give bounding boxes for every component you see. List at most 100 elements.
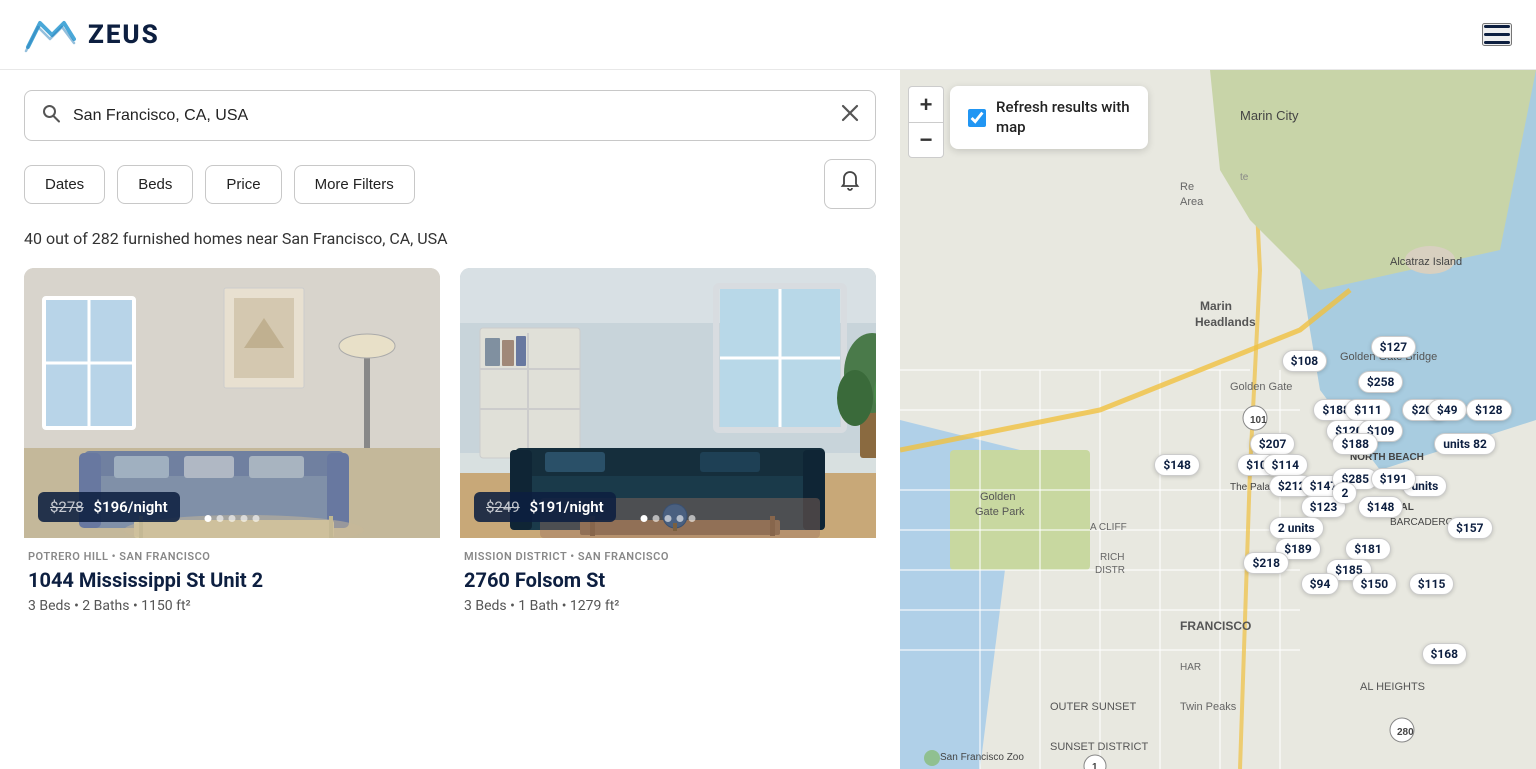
old-price-2: $249 (486, 498, 520, 516)
map-pin-7[interactable]: $128 (1466, 399, 1512, 421)
listing-location-1: POTRERO HILL • SAN FRANCISCO (28, 550, 436, 563)
beds-filter-button[interactable]: Beds (117, 165, 193, 204)
right-panel: Marin City Alcatraz Island Marin Headlan… (900, 70, 1536, 769)
listing-title-2: 2760 Folsom St (464, 568, 872, 592)
listing-image-1: $278 $196/night (24, 268, 440, 538)
refresh-results-checkbox[interactable] (968, 109, 986, 127)
svg-text:BARCADERO: BARCADERO (1390, 517, 1454, 528)
listing-location-2: MISSION DISTRICT • SAN FRANCISCO (464, 550, 872, 563)
dot-2-3 (665, 515, 672, 522)
listing-image-2: $249 $191/night (460, 268, 876, 538)
listing-details-1: 3 Beds • 2 Baths • 1150 ft² (28, 598, 436, 614)
dot-2-1 (641, 515, 648, 522)
map-pin-6[interactable]: $49 (1428, 399, 1467, 421)
map-pin-32[interactable]: $191 (1371, 468, 1417, 490)
svg-text:San Francisco Zoo: San Francisco Zoo (940, 752, 1024, 763)
svg-text:HAR: HAR (1180, 662, 1201, 673)
map-pin-18[interactable]: $148 (1358, 496, 1404, 518)
map-pin-13[interactable]: $148 (1154, 454, 1200, 476)
zeus-logo-icon (24, 15, 76, 55)
map-pin-28[interactable]: $168 (1422, 643, 1468, 665)
listings-grid: $278 $196/night POTRERO HILL • SAN FRANC… (24, 268, 876, 614)
refresh-results-label: Refresh results withmap (996, 98, 1130, 137)
listing-card-2[interactable]: $249 $191/night MISSION DISTRICT • SAN F… (460, 268, 876, 614)
current-price-1: $196/night (93, 498, 167, 516)
zoom-in-button[interactable]: + (908, 86, 944, 122)
svg-text:Alcatraz Island: Alcatraz Island (1390, 256, 1462, 268)
clear-search-button[interactable] (841, 104, 859, 127)
svg-text:OUTER SUNSET: OUTER SUNSET (1050, 701, 1136, 713)
svg-text:AL HEIGHTS: AL HEIGHTS (1360, 681, 1425, 693)
map-pin-2[interactable]: $258 (1358, 371, 1404, 393)
map-pin-14[interactable]: $114 (1263, 454, 1309, 476)
dates-filter-button[interactable]: Dates (24, 165, 105, 204)
svg-text:RICH: RICH (1100, 552, 1124, 563)
current-price-2: $191/night (529, 498, 603, 516)
dot-1-3 (229, 515, 236, 522)
dot-2-2 (653, 515, 660, 522)
listing-card-1[interactable]: $278 $196/night POTRERO HILL • SAN FRANC… (24, 268, 440, 614)
map-pin-26[interactable]: $218 (1243, 552, 1289, 574)
hamburger-menu[interactable] (1482, 23, 1512, 46)
search-bar: San Francisco, CA, USA (24, 90, 876, 141)
map-pin-4[interactable]: $111 (1345, 399, 1391, 421)
dot-1-4 (241, 515, 248, 522)
svg-text:FRANCISCO: FRANCISCO (1180, 619, 1251, 633)
svg-text:Re: Re (1180, 181, 1194, 193)
map-pin-29[interactable]: units 82 (1434, 433, 1496, 455)
dot-1-1 (205, 515, 212, 522)
map-pin-10[interactable]: $207 (1250, 433, 1296, 455)
hamburger-line-3 (1484, 41, 1510, 44)
refresh-results-wrap: Refresh results withmap (950, 86, 1148, 149)
listing-details-2: 3 Beds • 1 Bath • 1279 ft² (464, 598, 872, 614)
map-pin-19[interactable]: 2 units (1269, 517, 1324, 539)
alert-button[interactable] (824, 159, 876, 209)
header: ZEUS (0, 0, 1536, 70)
svg-text:te: te (1240, 172, 1249, 183)
dots-indicator-2 (641, 515, 696, 522)
svg-text:Area: Area (1180, 196, 1204, 208)
map-pin-21[interactable]: $181 (1345, 538, 1391, 560)
hamburger-line-2 (1484, 33, 1510, 36)
filter-row: Dates Beds Price More Filters (24, 159, 876, 209)
logo-area: ZEUS (24, 15, 160, 55)
svg-text:1: 1 (1092, 762, 1098, 769)
svg-text:Golden Gate: Golden Gate (1230, 381, 1292, 393)
map-pin-1[interactable]: $108 (1282, 350, 1328, 372)
map-pin-22[interactable]: $157 (1447, 517, 1493, 539)
svg-text:Gate Park: Gate Park (975, 506, 1025, 518)
map-pin-0[interactable]: $127 (1371, 336, 1417, 358)
bell-icon (839, 170, 861, 198)
map-pin-25[interactable]: $94 (1301, 573, 1340, 595)
left-panel: San Francisco, CA, USA Dates Beds Price … (0, 70, 900, 769)
svg-text:Twin Peaks: Twin Peaks (1180, 701, 1237, 713)
more-filters-button[interactable]: More Filters (294, 165, 415, 204)
zoom-out-button[interactable]: − (908, 122, 944, 158)
search-icon (41, 103, 61, 128)
listing-title-1: 1044 Mississippi St Unit 2 (28, 568, 436, 592)
logo-text: ZEUS (88, 20, 160, 50)
listing-info-2: MISSION DISTRICT • SAN FRANCISCO 2760 Fo… (460, 538, 876, 614)
dots-indicator-1 (205, 515, 260, 522)
search-input[interactable]: San Francisco, CA, USA (73, 107, 841, 125)
svg-text:Headlands: Headlands (1195, 315, 1256, 329)
svg-text:Marin: Marin (1200, 299, 1232, 313)
price-filter-button[interactable]: Price (205, 165, 281, 204)
dot-2-5 (689, 515, 696, 522)
svg-text:SUNSET DISTRICT: SUNSET DISTRICT (1050, 741, 1148, 753)
map-pin-27[interactable]: $115 (1409, 573, 1455, 595)
results-count: 40 out of 282 furnished homes near San F… (24, 229, 876, 248)
listing-info-1: POTRERO HILL • SAN FRANCISCO 1044 Missis… (24, 538, 440, 614)
old-price-1: $278 (50, 498, 84, 516)
map-pin-11[interactable]: $188 (1332, 433, 1378, 455)
svg-text:Marin City: Marin City (1240, 108, 1299, 123)
svg-text:Golden: Golden (980, 491, 1015, 503)
price-badge-2: $249 $191/night (474, 492, 616, 522)
hamburger-line-1 (1484, 25, 1510, 28)
price-badge-1: $278 $196/night (38, 492, 180, 522)
zoom-controls: + − (908, 86, 944, 158)
dot-1-5 (253, 515, 260, 522)
map-pin-24[interactable]: $150 (1352, 573, 1398, 595)
dot-2-4 (677, 515, 684, 522)
svg-text:101: 101 (1250, 415, 1267, 426)
